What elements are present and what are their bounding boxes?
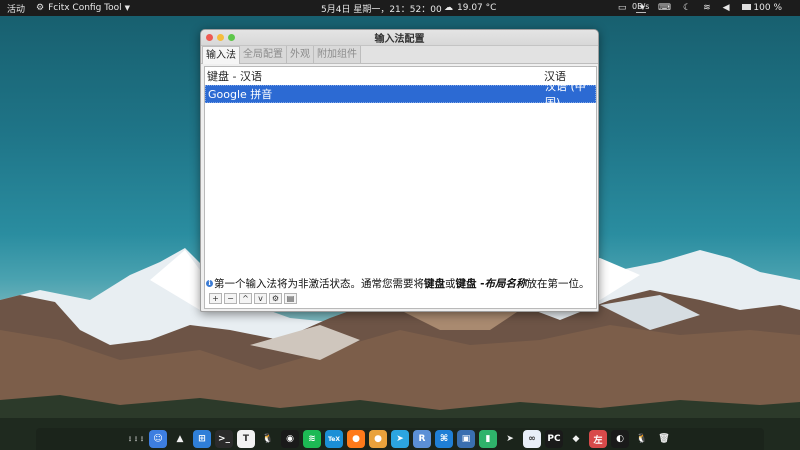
top-bar: 活动 ⚙ Fcitx Config Tool ▼ 5月4日 星期一，21：52：… xyxy=(0,0,800,16)
app-menu[interactable]: ⚙ Fcitx Config Tool ▼ xyxy=(32,0,134,16)
clock-label: 5月4日 星期一，21：52：00 xyxy=(321,4,442,15)
weather-indicator[interactable]: ☁ 19.07 °C xyxy=(440,0,500,16)
list-item[interactable]: Google 拼音 汉语 (中国) xyxy=(205,80,596,109)
terminal-icon[interactable]: >_ xyxy=(215,430,233,448)
spotify-icon[interactable]: ≋ xyxy=(303,430,321,448)
tab-addons[interactable]: 附加组件 xyxy=(314,46,361,63)
baidu-netdisk-icon[interactable]: ∞ xyxy=(523,430,541,448)
minimize-button[interactable] xyxy=(217,34,224,41)
telegram-icon[interactable]: ➤ xyxy=(391,430,409,448)
tab-bar: 输入法 全局配置 外观 附加组件 xyxy=(201,46,598,64)
accessibility-icon[interactable]: ✦ xyxy=(638,3,646,13)
trash-icon[interactable]: 🗑 xyxy=(655,430,673,448)
finder-icon[interactable]: ☺ xyxy=(149,430,167,448)
volume-icon[interactable]: ◀ xyxy=(723,3,730,13)
hint-bold: 键盘 - xyxy=(455,277,485,290)
hint-bold: 键盘 xyxy=(424,277,445,290)
arrow-down-icon: v xyxy=(258,294,263,303)
configure-button[interactable]: ⚙ xyxy=(269,293,282,304)
info-icon: i xyxy=(206,279,213,287)
hint-part: 或 xyxy=(445,277,456,290)
wifi-icon[interactable]: ≋ xyxy=(703,3,711,13)
tab-appearance[interactable]: 外观 xyxy=(287,46,314,63)
firefox-icon[interactable]: ● xyxy=(347,430,365,448)
input-method-name: 键盘 - 汉语 xyxy=(207,70,262,83)
chevron-down-icon: ▼ xyxy=(124,4,131,12)
tab-input-method[interactable]: 输入法 xyxy=(202,46,240,64)
window-controls xyxy=(206,34,235,41)
system-status-area[interactable]: ▭ ✦ ⌨ ☾ ≋ ◀ 100 % xyxy=(614,0,786,16)
move-up-button[interactable]: ^ xyxy=(239,293,252,304)
activities-button[interactable]: 活动 xyxy=(3,0,29,16)
hint-text: i 第一个输入法将为非激活状态。通常您需要将 键盘或键盘 - 布局名称 放在第一位。 xyxy=(206,276,597,290)
typora-icon[interactable]: T xyxy=(237,430,255,448)
r-studio-icon[interactable]: R xyxy=(413,430,431,448)
hint-italic: 布局名称 xyxy=(484,277,527,290)
linux-penguin-icon[interactable]: 🐧 xyxy=(633,430,651,448)
chrome-icon[interactable]: ● xyxy=(369,430,387,448)
list-toolbar: + − ^ v ⚙ ▤ xyxy=(209,293,297,305)
weather-label: 19.07 °C xyxy=(457,3,497,13)
pycharm-icon[interactable]: PC xyxy=(545,430,563,448)
clock[interactable]: 5月4日 星期一，21：52：00 xyxy=(317,0,446,16)
keyboard-icon: ▤ xyxy=(286,294,295,303)
input-method-language: 汉语 (中国) xyxy=(545,80,586,109)
vlc-icon[interactable]: ▲ xyxy=(171,430,189,448)
app-grid-icon[interactable]: ⋮⋮⋮ xyxy=(127,430,145,448)
hint-part: 放在第一位。 xyxy=(526,277,590,290)
vscode-icon[interactable]: ⌘ xyxy=(435,430,453,448)
maximize-button[interactable] xyxy=(228,34,235,41)
list-item[interactable]: 键盘 - 汉语 汉语 xyxy=(205,67,596,85)
paper-plane-icon[interactable]: ➤ xyxy=(501,430,519,448)
fcitx-config-window: 输入法配置 输入法 全局配置 外观 附加组件 键盘 - 汉语 汉语 Google… xyxy=(200,29,599,312)
minus-icon: − xyxy=(227,294,234,303)
cloud-icon: ☁ xyxy=(444,3,453,13)
hint-part: 第一个输入法将为非激活状态。通常您需要将 xyxy=(214,277,424,290)
arrow-up-icon: ^ xyxy=(242,294,249,303)
window-titlebar[interactable]: 输入法配置 xyxy=(201,30,598,46)
gear-icon: ⚙ xyxy=(36,3,45,13)
app-menu-label: Fcitx Config Tool xyxy=(48,3,122,13)
input-method-icon[interactable]: ⌨ xyxy=(658,3,671,13)
charts-icon[interactable]: ▮ xyxy=(479,430,497,448)
plus-icon: + xyxy=(212,294,219,303)
battery-icon xyxy=(741,4,751,10)
activities-label: 活动 xyxy=(7,4,26,15)
screenshot-icon[interactable]: ▣ xyxy=(457,430,475,448)
night-light-icon[interactable]: ☾ xyxy=(683,3,691,13)
dock: ⋮⋮⋮ ☺ ▲ ⊞ >_ T 🐧 ◉ ≋ TeX ● ● ➤ R ⌘ ▣ ▮ ➤ ∞ PC ◆ 左 ◐ 🐧 🗑 xyxy=(0,428,800,450)
remove-button[interactable]: − xyxy=(224,293,237,304)
calculator-icon[interactable]: ⊞ xyxy=(193,430,211,448)
battery-indicator[interactable]: 100 % xyxy=(741,3,782,13)
tab-global-config[interactable]: 全局配置 xyxy=(240,46,287,63)
input-method-name: Google 拼音 xyxy=(208,88,273,101)
battery-label: 100 % xyxy=(753,3,782,13)
davinci-resolve-icon[interactable]: ◉ xyxy=(281,430,299,448)
input-method-list[interactable]: 键盘 - 汉语 汉语 Google 拼音 汉语 (中国) i 第一个输入法将为非… xyxy=(204,66,597,309)
gear-icon: ⚙ xyxy=(271,294,280,303)
tex-icon[interactable]: TeX xyxy=(325,430,343,448)
qq-icon[interactable]: 🐧 xyxy=(259,430,277,448)
inkscape-icon[interactable]: ◆ xyxy=(567,430,585,448)
close-button[interactable] xyxy=(206,34,213,41)
keyboard-layout-button[interactable]: ▤ xyxy=(284,293,297,304)
move-down-button[interactable]: v xyxy=(254,293,267,304)
pdf-reader-icon[interactable]: 左 xyxy=(589,430,607,448)
window-title: 输入法配置 xyxy=(374,34,425,45)
obs-icon[interactable]: ◐ xyxy=(611,430,629,448)
add-button[interactable]: + xyxy=(209,293,222,304)
screen-icon[interactable]: ▭ xyxy=(618,3,627,13)
